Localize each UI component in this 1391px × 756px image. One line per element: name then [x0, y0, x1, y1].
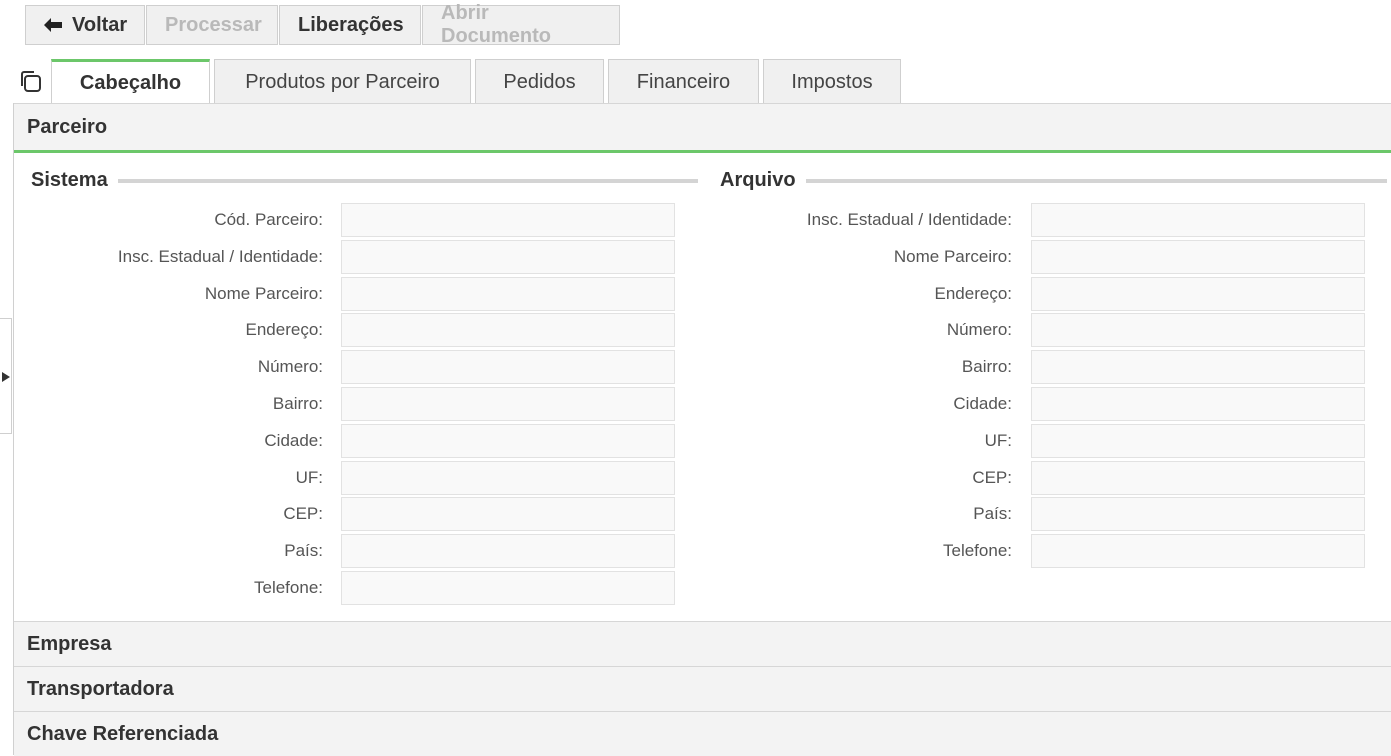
- back-button[interactable]: Voltar: [25, 5, 145, 45]
- section-transportadora-header[interactable]: Transportadora: [14, 666, 1391, 711]
- field-input[interactable]: [1031, 203, 1365, 237]
- field-input[interactable]: [1031, 424, 1365, 458]
- releases-button-label: Liberações: [298, 13, 404, 36]
- sistema-group-title: Sistema: [31, 169, 698, 192]
- field-label: Telefone:: [943, 541, 1012, 560]
- toolbar: Voltar Processar Liberações Abrir Docume…: [25, 2, 621, 47]
- field-label: Número:: [946, 320, 1012, 339]
- field-label: Bairro:: [961, 357, 1012, 376]
- field-label: Endereço:: [934, 284, 1013, 303]
- field-input[interactable]: [1031, 534, 1365, 568]
- tab-label: Cabeçalho: [79, 72, 182, 94]
- field-input[interactable]: [1031, 387, 1365, 421]
- section-title: Chave Referenciada: [27, 722, 219, 745]
- open-document-button-label: Abrir Documento: [441, 2, 551, 47]
- field-label: Cidade:: [953, 394, 1012, 413]
- field-input[interactable]: [341, 571, 675, 605]
- section-empresa-header[interactable]: Empresa: [14, 621, 1391, 666]
- tab-label: Pedidos: [503, 70, 576, 93]
- releases-button[interactable]: Liberações: [279, 5, 421, 45]
- section-title: Parceiro: [27, 115, 108, 138]
- section-title: Transportadora: [27, 677, 174, 700]
- field-label: CEP:: [972, 468, 1012, 487]
- field-label: Telefone:: [254, 578, 323, 597]
- tab-label: Financeiro: [636, 70, 731, 93]
- field-input[interactable]: [1031, 350, 1365, 384]
- side-panel-toggle[interactable]: [0, 318, 12, 434]
- arrow-left-icon: [44, 18, 62, 32]
- section-parceiro-header[interactable]: Parceiro: [14, 103, 1391, 153]
- tab-cabecalho[interactable]: Cabeçalho: [51, 59, 210, 105]
- section-title: Empresa: [27, 632, 112, 655]
- back-button-label: Voltar: [72, 13, 128, 36]
- field-label: Insc. Estadual / Identidade:: [806, 210, 1012, 229]
- tab-bar: Cabeçalho Produtos por Parceiro Pedidos …: [51, 59, 905, 105]
- field-input[interactable]: [1031, 461, 1365, 495]
- field-input[interactable]: [1031, 313, 1365, 347]
- divider: [805, 178, 1387, 183]
- field-label: UF:: [984, 431, 1012, 450]
- field-label: País:: [973, 504, 1012, 523]
- tab-label: Impostos: [791, 70, 873, 93]
- process-button-label: Processar: [165, 13, 262, 36]
- tab-pedidos[interactable]: Pedidos: [475, 59, 604, 104]
- tab-impostos[interactable]: Impostos: [763, 59, 901, 104]
- triangle-right-icon: [2, 372, 10, 382]
- tab-financeiro[interactable]: Financeiro: [608, 59, 759, 104]
- divider: [117, 178, 698, 183]
- arquivo-group-title: Arquivo: [720, 169, 1387, 192]
- process-button[interactable]: Processar: [146, 5, 278, 45]
- tab-label: Produtos por Parceiro: [245, 70, 440, 93]
- main-panel: Parceiro Sistema Cód. Parceiro: Insc. Est…: [13, 103, 1391, 756]
- section-chave-referenciada-header[interactable]: Chave Referenciada: [14, 711, 1391, 756]
- field-input[interactable]: [1031, 277, 1365, 311]
- sistema-title: Sistema: [31, 169, 108, 191]
- field-input[interactable]: [1031, 240, 1365, 274]
- tab-produtos-por-parceiro[interactable]: Produtos por Parceiro: [214, 59, 471, 104]
- field-input[interactable]: [1031, 497, 1365, 531]
- copy-icon[interactable]: [18, 69, 44, 95]
- arquivo-title: Arquivo: [720, 169, 796, 191]
- field-label: Nome Parceiro:: [893, 247, 1012, 266]
- open-document-button[interactable]: Abrir Documento: [422, 2, 620, 47]
